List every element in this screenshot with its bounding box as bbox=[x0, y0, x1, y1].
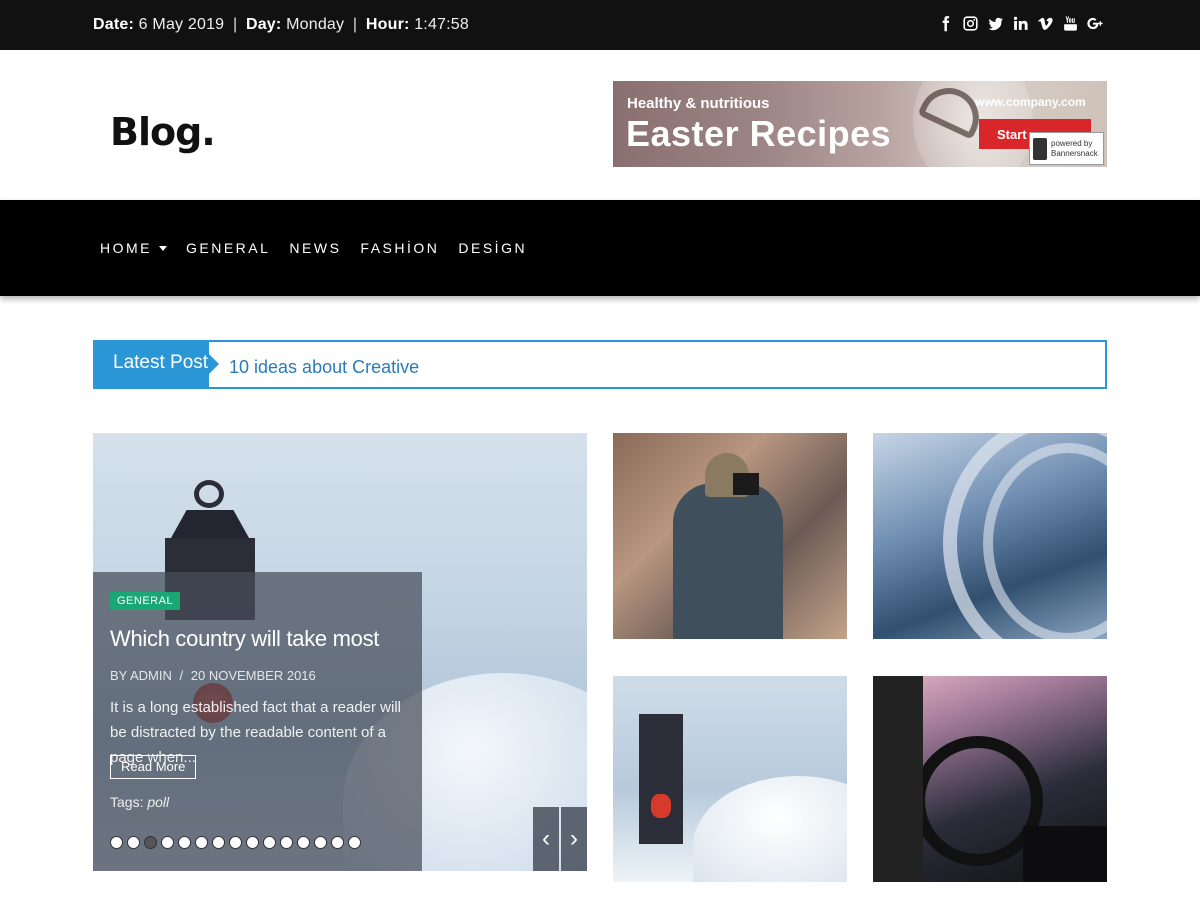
date-time-info: Date: 6 May 2019 | Day: Monday | Hour: 1… bbox=[93, 16, 469, 34]
bannersnack-logo-icon bbox=[1033, 137, 1047, 160]
pagination-dot[interactable] bbox=[161, 836, 174, 849]
pagination-dot[interactable] bbox=[314, 836, 327, 849]
nav-item-general[interactable]: GENERAL bbox=[186, 240, 270, 256]
facebook-icon[interactable] bbox=[936, 12, 955, 34]
twitter-icon[interactable] bbox=[986, 12, 1005, 34]
tags-label: Tags: bbox=[110, 794, 144, 810]
post-thumbnail-lantern[interactable] bbox=[613, 676, 847, 882]
nav-item-home[interactable]: HOME bbox=[100, 240, 167, 256]
banner-subtitle: Healthy & nutritious bbox=[627, 95, 770, 112]
nav-item-label: FASHİON bbox=[360, 240, 440, 256]
slide-tags: Tags: poll bbox=[110, 794, 169, 810]
caret-down-icon bbox=[159, 245, 167, 251]
date-value: 6 May 2019 bbox=[138, 16, 225, 33]
vimeo-icon[interactable] bbox=[1036, 12, 1055, 34]
pagination-dot[interactable] bbox=[229, 836, 242, 849]
meta-separator: / bbox=[179, 668, 184, 683]
camera-icon bbox=[733, 473, 759, 495]
thumb-dashboard bbox=[1023, 826, 1107, 882]
instagram-icon[interactable] bbox=[961, 12, 980, 34]
featured-slider: GENERAL Which country will take most BY … bbox=[93, 433, 587, 871]
slide-title[interactable]: Which country will take most bbox=[110, 626, 379, 652]
powered-by-label: powered by bbox=[1051, 138, 1093, 148]
main-nav: HOME GENERAL NEWS FASHİON DESİGN bbox=[0, 200, 1200, 296]
day-label: Day: bbox=[245, 16, 282, 33]
post-thumbnail-driver[interactable] bbox=[873, 676, 1107, 882]
pagination-dot[interactable] bbox=[246, 836, 259, 849]
post-author[interactable]: BY ADMIN bbox=[110, 668, 172, 683]
hour-value: 1:47:58 bbox=[414, 16, 469, 33]
slider-arrows: ‹ › bbox=[533, 807, 587, 871]
lantern-icon bbox=[639, 714, 683, 844]
site-logo[interactable]: Blog. bbox=[110, 110, 216, 154]
read-more-button[interactable]: Read More bbox=[110, 755, 197, 779]
day-value: Monday bbox=[286, 16, 345, 33]
slide-caption: GENERAL Which country will take most BY … bbox=[93, 572, 422, 871]
pagination-dot[interactable] bbox=[348, 836, 361, 849]
nav-item-label: GENERAL bbox=[186, 240, 271, 256]
pagination-dot[interactable] bbox=[212, 836, 225, 849]
thumb-candle bbox=[651, 794, 671, 818]
top-bar: Date: 6 May 2019 | Day: Monday | Hour: 1… bbox=[0, 0, 1200, 50]
banner-url: www.company.com bbox=[975, 95, 1086, 109]
google-plus-icon[interactable] bbox=[1086, 12, 1105, 34]
powered-by-name: Bannersnack bbox=[1051, 148, 1098, 158]
thumb-snow bbox=[693, 776, 847, 882]
prev-arrow-icon[interactable]: ‹ bbox=[533, 807, 559, 871]
ticker-link[interactable]: 10 ideas about Creative bbox=[229, 357, 419, 378]
thumb-driver bbox=[873, 676, 923, 882]
post-thumbnail-photographer[interactable] bbox=[613, 433, 847, 639]
pagination-dot[interactable] bbox=[110, 836, 123, 849]
linkedin-icon[interactable] bbox=[1011, 12, 1030, 34]
nav-item-fashion[interactable]: FASHİON bbox=[360, 240, 439, 256]
ad-banner[interactable]: Healthy & nutritious Easter Recipes www.… bbox=[613, 81, 1107, 167]
pagination-dot[interactable] bbox=[144, 836, 157, 849]
pagination-dot[interactable] bbox=[280, 836, 293, 849]
nav-item-label: HOME bbox=[100, 240, 152, 256]
ticker-label: Latest Post bbox=[93, 340, 219, 389]
latest-post-ticker: Latest Post 10 ideas about Creative bbox=[93, 340, 1107, 389]
slider-pagination bbox=[110, 836, 361, 849]
post-date: 20 NOVEMBER 2016 bbox=[190, 668, 316, 683]
category-badge[interactable]: GENERAL bbox=[110, 592, 181, 610]
nav-item-news[interactable]: NEWS bbox=[289, 240, 341, 256]
pagination-dot[interactable] bbox=[195, 836, 208, 849]
separator: | bbox=[352, 16, 358, 33]
bannersnack-badge[interactable]: powered by Bannersnack bbox=[1029, 132, 1104, 165]
nav-item-label: NEWS bbox=[289, 240, 342, 256]
date-label: Date: bbox=[93, 16, 135, 33]
hour-label: Hour: bbox=[365, 16, 410, 33]
youtube-icon[interactable] bbox=[1061, 12, 1080, 34]
pagination-dot[interactable] bbox=[127, 836, 140, 849]
post-thumbnail-bridge[interactable] bbox=[873, 433, 1107, 639]
pagination-dot[interactable] bbox=[263, 836, 276, 849]
nav-item-label: DESİGN bbox=[458, 240, 528, 256]
separator: | bbox=[232, 16, 238, 33]
thumb-figure bbox=[673, 483, 783, 639]
slide-meta: BY ADMIN / 20 NOVEMBER 2016 bbox=[110, 668, 316, 683]
pagination-dot[interactable] bbox=[297, 836, 310, 849]
social-links bbox=[936, 12, 1105, 34]
banner-title: Easter Recipes bbox=[626, 113, 892, 154]
nav-item-design[interactable]: DESİGN bbox=[458, 240, 527, 256]
pagination-dot[interactable] bbox=[331, 836, 344, 849]
next-arrow-icon[interactable]: › bbox=[561, 807, 587, 871]
tag-link[interactable]: poll bbox=[147, 794, 169, 810]
pagination-dot[interactable] bbox=[178, 836, 191, 849]
